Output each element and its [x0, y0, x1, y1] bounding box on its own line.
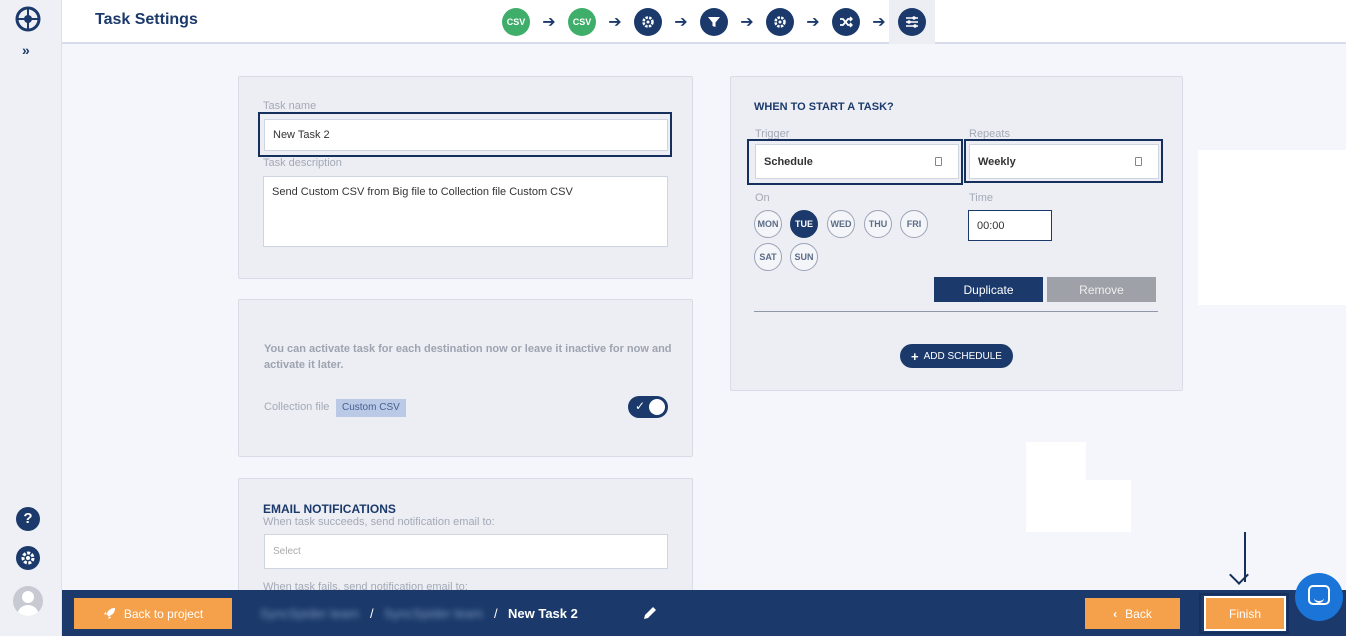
email-notifications-panel: EMAIL NOTIFICATIONS When task succeeds, … — [238, 478, 693, 598]
back-to-project-label: Back to project — [123, 606, 204, 621]
chat-widget-button[interactable] — [1295, 573, 1343, 621]
csv-icon: CSV — [572, 17, 592, 27]
breadcrumb-separator: / — [494, 606, 498, 621]
finish-highlight — [1199, 593, 1289, 634]
arrow-right-icon: ➔ — [542, 14, 556, 31]
repeats-highlight — [964, 139, 1163, 183]
day-sun[interactable]: SUN — [790, 243, 818, 271]
day-mon[interactable]: MON — [754, 210, 782, 238]
activation-description: You can activate task for each destinati… — [264, 343, 672, 371]
day-sat[interactable]: SAT — [754, 243, 782, 271]
current-step-highlight — [889, 0, 935, 44]
task-info-panel: Task name New Task 2 Task description Se… — [238, 76, 693, 279]
add-schedule-label: ADD SCHEDULE — [923, 350, 1002, 362]
step-settings[interactable] — [634, 8, 662, 36]
back-to-project-button[interactable]: Back to project — [74, 598, 232, 629]
collection-file-label: Collection file — [264, 401, 330, 413]
help-icon[interactable]: ? — [16, 507, 40, 531]
task-description-label: Task description — [263, 157, 342, 169]
filter-icon — [708, 17, 720, 27]
on-label: On — [755, 192, 770, 204]
background-patch — [1086, 480, 1131, 532]
step-settings-2[interactable] — [766, 8, 794, 36]
step-filter[interactable] — [700, 8, 728, 36]
gear-icon — [774, 16, 786, 28]
toggle-knob — [649, 399, 665, 415]
arrow-right-icon: ➔ — [674, 14, 688, 31]
day-wed[interactable]: WED — [827, 210, 855, 238]
breadcrumb-team[interactable]: SyncSpider team — [260, 606, 359, 621]
add-schedule-button[interactable]: + ADD SCHEDULE — [900, 344, 1013, 368]
success-email-label: When task succeeds, send notification em… — [263, 516, 495, 528]
background-patch — [1198, 150, 1346, 305]
chevron-left-icon: ‹ — [1113, 606, 1118, 621]
activation-toggle[interactable]: ✓ — [628, 396, 668, 418]
trigger-highlight — [747, 139, 963, 185]
collection-file-tag: Custom CSV — [336, 399, 406, 417]
app-logo-icon[interactable] — [15, 6, 41, 32]
plus-icon: + — [911, 348, 919, 364]
breadcrumb-project[interactable]: SyncSpider team — [384, 606, 483, 621]
rocket-icon — [103, 607, 115, 620]
settings-gear-icon[interactable] — [16, 546, 40, 570]
day-fri[interactable]: FRI — [900, 210, 928, 238]
duplicate-button[interactable]: Duplicate — [934, 277, 1043, 302]
left-rail: » ? — [0, 0, 62, 636]
task-name-highlight — [258, 112, 672, 157]
workflow-steps: CSV ➔ CSV ➔ ➔ ➔ ➔ ➔ — [502, 0, 935, 44]
step-task-settings[interactable] — [898, 8, 926, 36]
day-tue[interactable]: TUE — [790, 210, 818, 238]
activation-panel: You can activate task for each destinati… — [238, 299, 693, 457]
sliders-icon — [906, 16, 918, 28]
page-title: Task Settings — [95, 11, 198, 28]
remove-button[interactable]: Remove — [1047, 277, 1156, 302]
arrow-right-icon: ➔ — [806, 14, 820, 31]
breadcrumb-separator: / — [370, 606, 374, 621]
top-header: Task Settings CSV ➔ CSV ➔ ➔ ➔ ➔ ➔ — [62, 0, 1346, 44]
time-input[interactable]: 00:00 — [968, 210, 1052, 241]
edit-pencil-icon[interactable] — [642, 605, 658, 621]
back-button[interactable]: ‹ Back — [1085, 598, 1180, 629]
schedule-divider — [754, 311, 1158, 312]
csv-icon: CSV — [506, 17, 526, 27]
user-avatar[interactable] — [13, 586, 43, 616]
arrow-right-icon: ➔ — [740, 14, 754, 31]
breadcrumb-current-task: New Task 2 — [508, 606, 578, 621]
bottom-toolbar: Back to project SyncSpider team / SyncSp… — [62, 590, 1346, 636]
task-name-label: Task name — [263, 100, 317, 112]
arrow-right-icon: ➔ — [608, 14, 622, 31]
expand-sidebar-icon[interactable]: » — [22, 42, 30, 58]
task-description-textarea[interactable]: Send Custom CSV from Big file to Collect… — [263, 176, 668, 247]
schedule-panel: WHEN TO START A TASK? Trigger Schedule R… — [730, 76, 1183, 391]
schedule-title: WHEN TO START A TASK? — [754, 101, 894, 113]
step-csv-destination[interactable]: CSV — [568, 8, 596, 36]
success-email-select[interactable]: Select — [264, 534, 668, 569]
time-label: Time — [969, 192, 994, 204]
step-csv-source[interactable]: CSV — [502, 8, 530, 36]
chat-bubble-icon — [1308, 585, 1330, 605]
gear-icon — [642, 16, 654, 28]
check-icon: ✓ — [635, 399, 646, 413]
background-patch — [1026, 442, 1086, 532]
shuffle-icon — [840, 16, 853, 28]
step-mapping[interactable] — [832, 8, 860, 36]
back-label: Back — [1125, 606, 1152, 621]
email-notifications-title: EMAIL NOTIFICATIONS — [263, 502, 396, 516]
day-thu[interactable]: THU — [864, 210, 892, 238]
